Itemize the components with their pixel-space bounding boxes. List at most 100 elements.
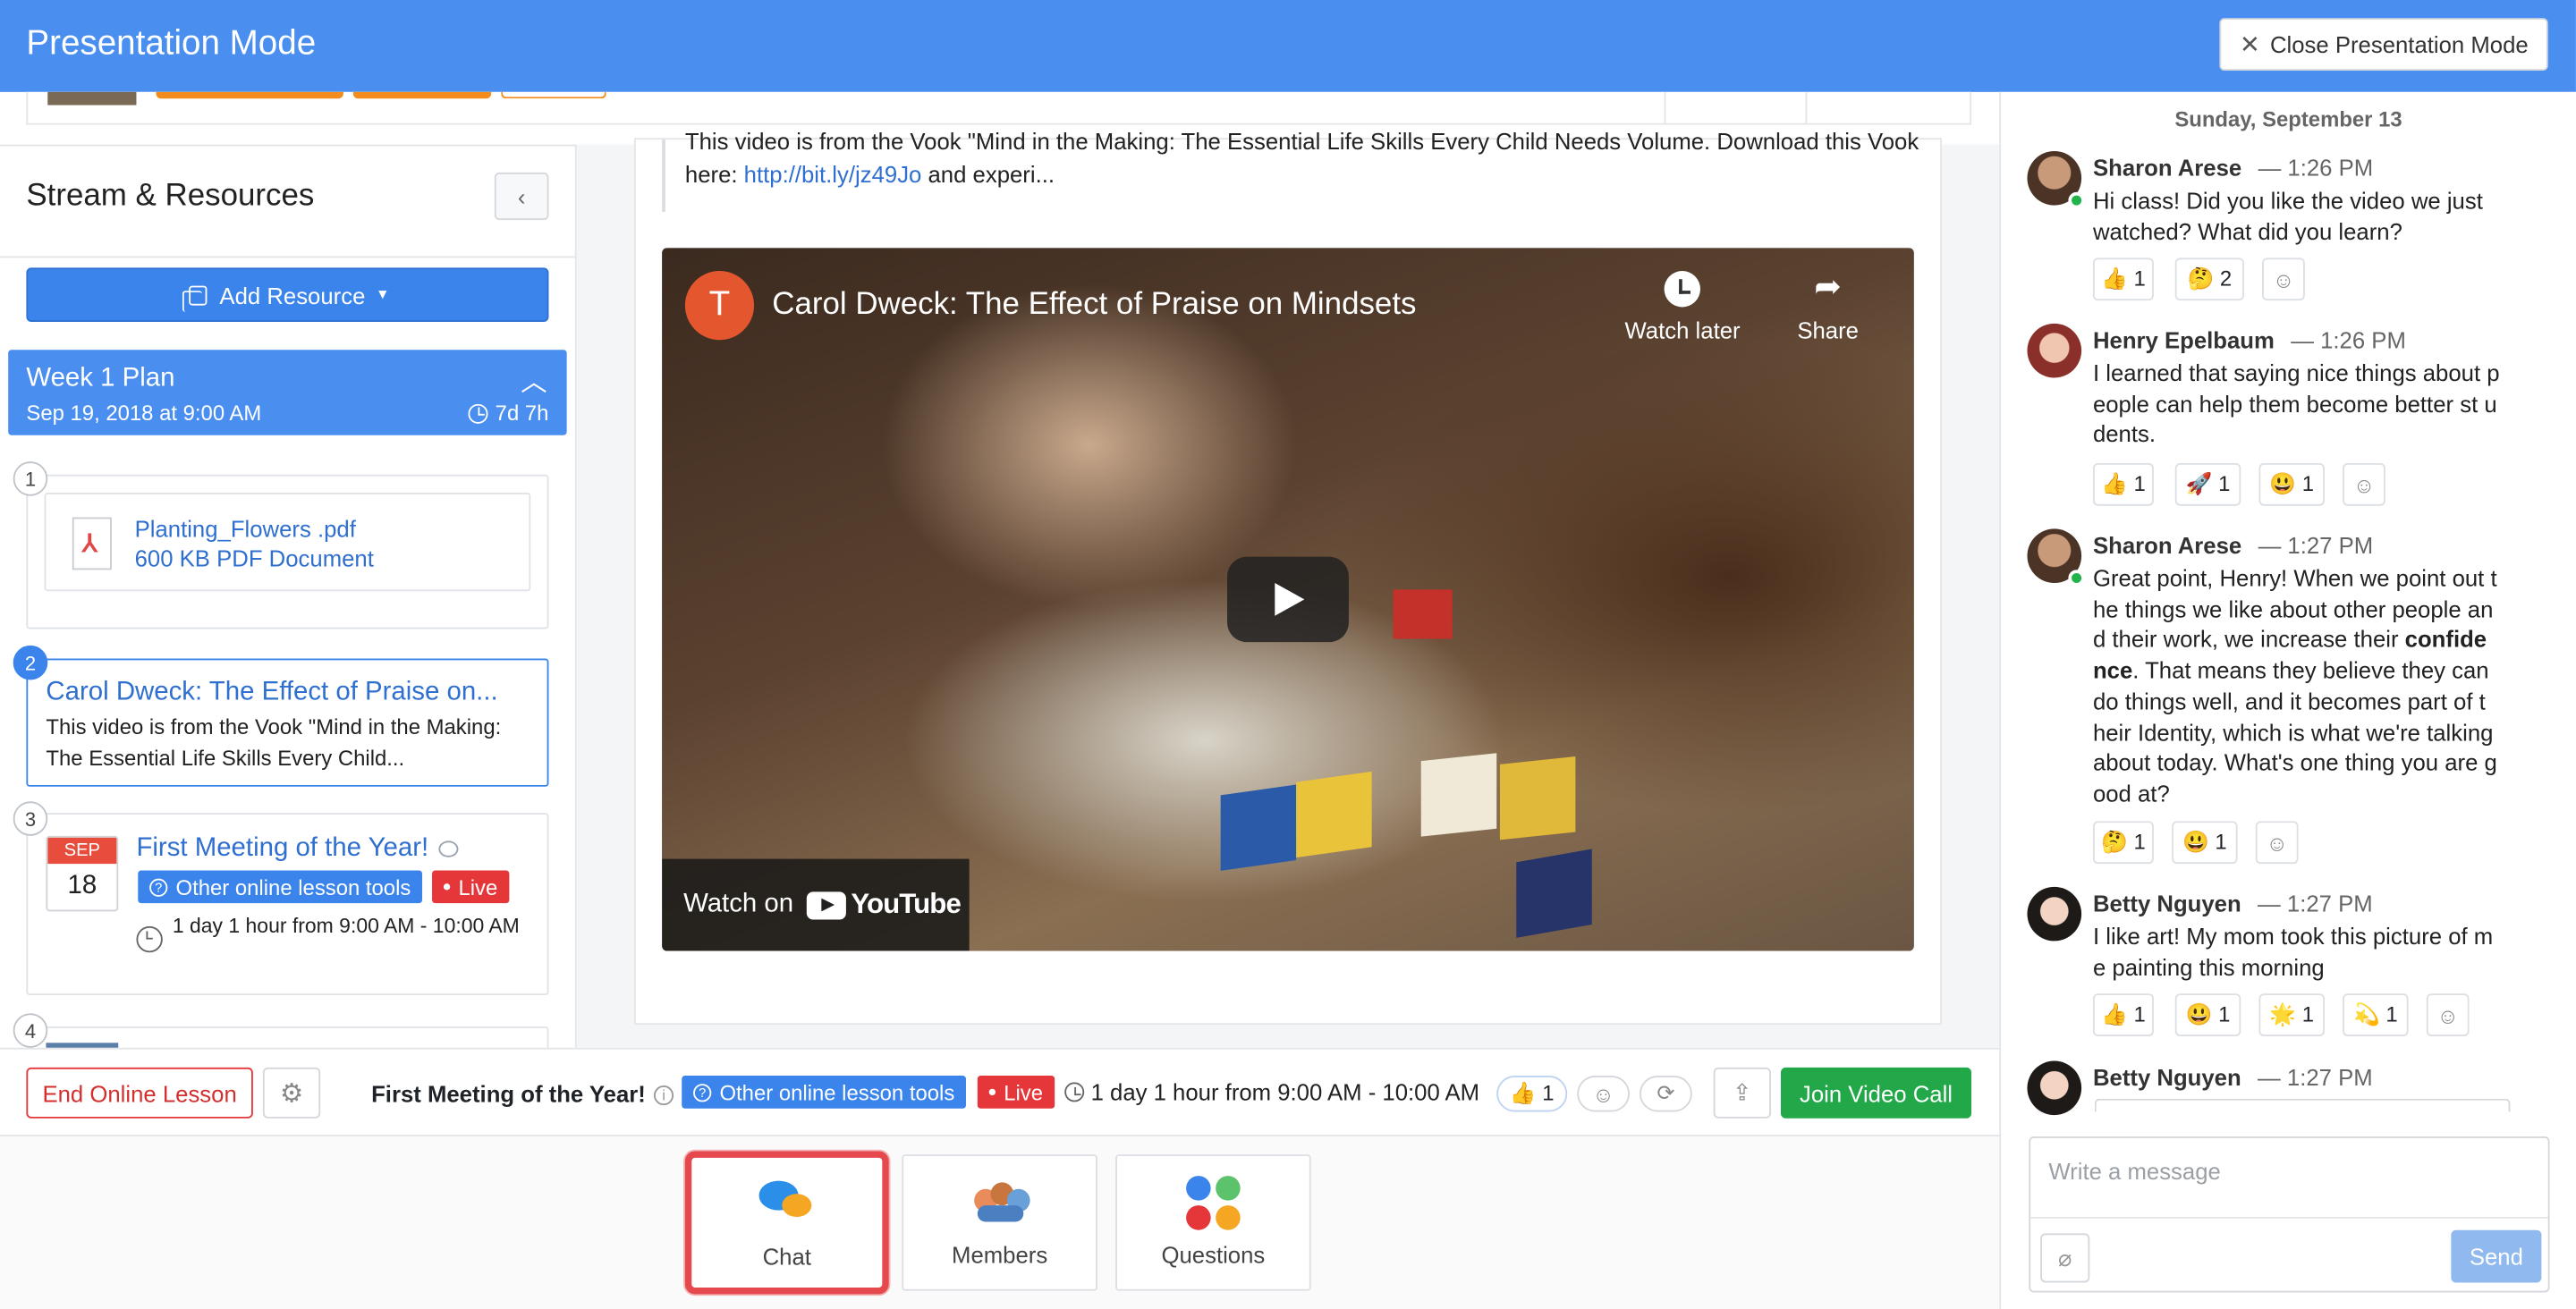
sender-name-text: Henry Epelbaum — [2092, 326, 2275, 353]
calendar-icon: SEP 18 — [46, 835, 119, 912]
tab-members[interactable]: Members — [902, 1154, 1097, 1291]
tab-questions[interactable]: Questions — [1115, 1154, 1311, 1291]
lesson-tools-tag: ? Other online lesson tools — [682, 1076, 967, 1109]
clock-icon — [1664, 271, 1701, 308]
add-reaction-button[interactable]: ☺ — [2255, 821, 2299, 865]
message-time: — 1:26 PM — [2291, 326, 2406, 353]
refresh-button[interactable]: ⟳ — [1640, 1076, 1692, 1112]
close-presentation-button[interactable]: ✕ Close Presentation Mode — [2219, 18, 2548, 71]
message-text: I like art! My mom took this picture of … — [2092, 923, 2494, 980]
smiley-icon: ☺ — [2272, 266, 2295, 292]
item-number: 3 — [13, 801, 48, 836]
chat-panel: Sunday, September 13 Sharon Arese — 1:26 … — [1999, 91, 2576, 1309]
reaction-chip[interactable]: 🚀 1 — [2174, 462, 2241, 506]
lesson-thumbnail — [47, 91, 137, 106]
online-status-icon — [2068, 191, 2085, 209]
collapse-panel-button[interactable]: ‹ — [494, 172, 549, 221]
panel-heading: Stream & Resources — [26, 179, 315, 214]
youtube-logo: YouTube — [806, 888, 962, 922]
divider — [2030, 1216, 2548, 1219]
sender-name: Betty Nguyen — 1:27 PM — [2093, 1064, 2373, 1090]
list-item-pdf[interactable]: ⅄ Planting_Flowers .pdf 600 KB PDF Docum… — [26, 474, 549, 629]
week-title: Week 1 Plan — [26, 364, 175, 393]
resource-card: This video is from the Vook "Mind in the… — [633, 128, 1942, 1026]
item-title[interactable]: Carol Dweck: The Effect of Praise on... — [46, 679, 497, 708]
add-reaction-button[interactable]: ☺ — [2426, 993, 2470, 1036]
sender-name-text: Sharon Arese — [2092, 154, 2242, 182]
watch-later-button[interactable]: Watch later — [1624, 271, 1741, 343]
clock-icon — [136, 925, 163, 953]
end-online-lesson-button[interactable]: End Online Lesson — [26, 1067, 253, 1119]
week-plan-header[interactable]: Week 1 Plan Sep 19, 2018 at 9:00 AM ︿ 7d… — [8, 350, 567, 435]
share-button[interactable]: ➦ Share — [1797, 271, 1859, 343]
list-item-video[interactable]: Carol Dweck: The Effect of Praise on... … — [26, 658, 549, 787]
online-status-icon — [2068, 570, 2085, 587]
attach-button[interactable]: ⌀ — [2040, 1233, 2090, 1283]
add-resource-button[interactable]: Add Resource ▾ — [26, 267, 549, 322]
message-input[interactable]: Write a message — [2048, 1158, 2220, 1184]
sender-name: Sharon Arese — 1:26 PM — [2093, 155, 2373, 181]
add-reaction-button[interactable]: ☺ — [2343, 462, 2385, 506]
lesson-tools-tag: ? Other online lesson tools — [138, 870, 423, 904]
upload-icon: ⇪ — [1733, 1078, 1752, 1106]
chevron-up-icon[interactable]: ︿ — [521, 359, 547, 399]
reaction-chip[interactable]: 😃 1 — [2174, 993, 2241, 1036]
avatar[interactable] — [2027, 323, 2082, 378]
file-name[interactable]: Planting_Flowers .pdf — [135, 516, 356, 542]
reaction-chip[interactable]: 👍 1 — [2092, 258, 2154, 301]
lesson-time: 1 day 1 hour from 9:00 AM - 10:00 AM — [1064, 1079, 1479, 1105]
sender-name-text: Betty Nguyen — [2092, 890, 2241, 916]
video-title[interactable]: Carol Dweck: The Effect of Praise on Min… — [772, 287, 1416, 323]
content-area: This video is from the Vook "Mind in the… — [576, 128, 2002, 1048]
pdf-attachment[interactable]: ⅄ Planting_Flowers .pdf 600 KB PDF Docum… — [44, 493, 531, 592]
orange-button-edge — [156, 91, 343, 99]
description-link[interactable]: http://bit.ly/jz49Jo — [744, 161, 922, 187]
reaction-chip[interactable]: 🤔 1 — [2092, 821, 2154, 865]
reaction-chip[interactable]: 🌟 1 — [2258, 993, 2325, 1036]
comment-icon — [438, 840, 459, 857]
divider — [1664, 91, 1666, 125]
add-reaction-button[interactable]: ☺ — [1577, 1076, 1631, 1112]
add-resource-label: Add Resource — [219, 281, 366, 308]
watch-on-youtube-button[interactable]: Watch on YouTube — [662, 858, 970, 951]
reaction-chip[interactable]: 😃 1 — [2172, 821, 2238, 865]
bottom-tabs: Chat Members Questions — [0, 1136, 2000, 1309]
item-number: 2 — [13, 645, 48, 680]
page-title: Presentation Mode — [26, 24, 317, 63]
settings-button[interactable]: ⚙ — [262, 1067, 321, 1119]
event-title[interactable]: First Meeting of the Year! — [136, 834, 459, 864]
upload-button[interactable]: ⇪ — [1713, 1067, 1771, 1119]
join-video-call-button[interactable]: Join Video Call — [1780, 1067, 1972, 1119]
youtube-video-player[interactable]: T Carol Dweck: The Effect of Praise on M… — [662, 248, 1914, 951]
message-text: I learned that saying nice things about … — [2092, 359, 2500, 448]
avatar[interactable] — [2027, 886, 2082, 942]
tab-chat[interactable]: Chat — [684, 1151, 889, 1295]
youtube-label: YouTube — [851, 888, 961, 920]
play-button[interactable] — [1227, 556, 1349, 643]
add-reaction-button[interactable]: ☺ — [2262, 258, 2305, 301]
lesson-header-strip — [26, 91, 1972, 125]
list-item-event[interactable]: SEP 18 First Meeting of the Year! ? Othe… — [26, 813, 549, 996]
reaction-thumbs-up[interactable]: 👍 1 — [1496, 1076, 1568, 1112]
reaction-chip[interactable]: 👍 1 — [2092, 462, 2154, 506]
event-time: 1 day 1 hour from 9:00 AM - 10:00 AM — [172, 915, 520, 938]
info-icon[interactable]: i — [654, 1085, 674, 1106]
question-icon: ? — [149, 877, 168, 896]
video-block — [1516, 849, 1592, 938]
reaction-chip[interactable]: 💫 1 — [2343, 993, 2409, 1036]
gear-icon: ⚙ — [279, 1079, 304, 1108]
channel-avatar[interactable]: T — [684, 271, 755, 341]
reaction-chip[interactable]: 🤔 2 — [2174, 258, 2244, 301]
live-dot-icon — [988, 1088, 996, 1096]
event-title-text: First Meeting of the Year! — [136, 834, 429, 863]
reaction-chip[interactable]: 😃 1 — [2258, 462, 2325, 506]
message-time: — 1:27 PM — [2258, 890, 2373, 916]
send-button[interactable]: Send — [2451, 1229, 2542, 1283]
reaction-chip[interactable]: 👍 1 — [2092, 993, 2154, 1036]
smiley-icon: ☺ — [1592, 1081, 1614, 1107]
clock-icon — [1064, 1082, 1085, 1102]
divider — [1805, 91, 1808, 125]
orange-button-edge — [352, 91, 492, 99]
avatar[interactable] — [2027, 1060, 2082, 1116]
sender-name: Sharon Arese — 1:27 PM — [2093, 532, 2373, 558]
